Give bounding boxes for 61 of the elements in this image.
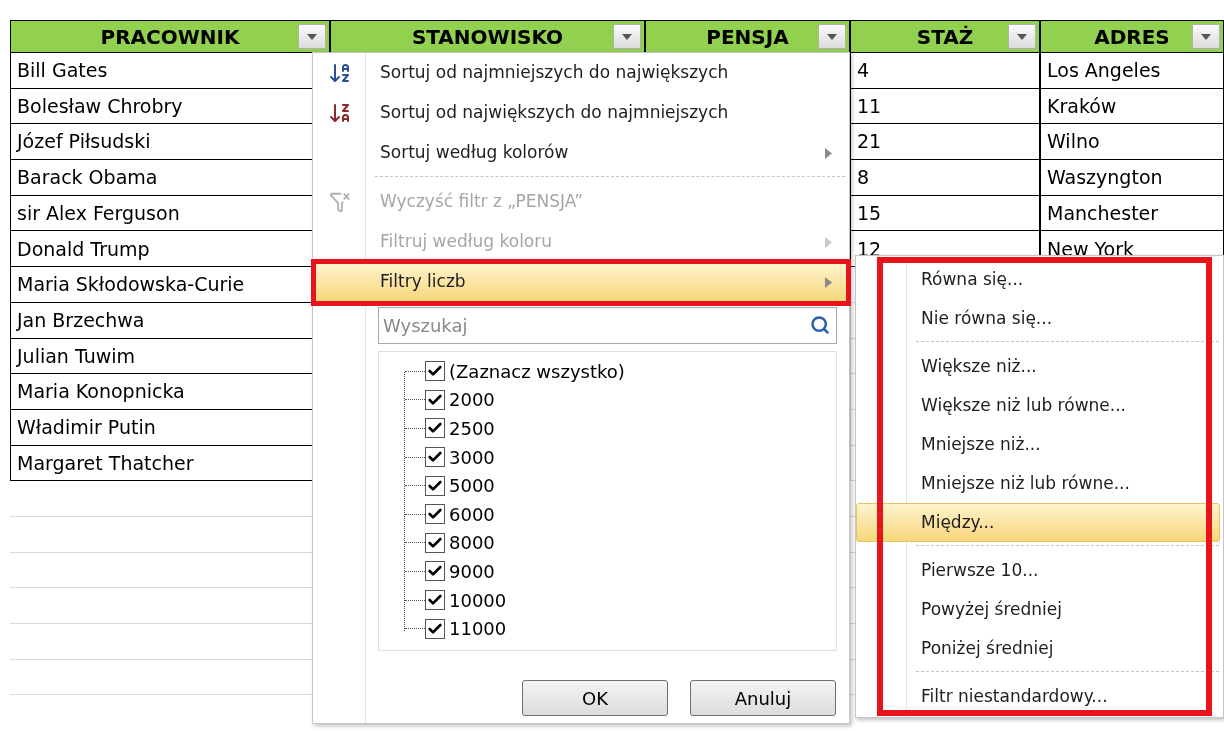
menu-item[interactable]: Pierwsze 10... — [856, 551, 1220, 590]
menu-item[interactable]: Mniejsze niż... — [856, 425, 1220, 464]
menu-item[interactable]: Filtry liczb — [313, 262, 849, 302]
column-header: STANOWISKO — [330, 20, 645, 53]
checkbox[interactable] — [425, 532, 445, 553]
checkbox[interactable] — [425, 618, 445, 639]
column-header: ADRES — [1040, 20, 1224, 53]
dropdown-button[interactable] — [1008, 24, 1036, 49]
menu-item[interactable]: Między... — [856, 503, 1220, 542]
submenu-arrow-icon — [825, 237, 832, 248]
table-cell: Wilno — [1040, 124, 1224, 161]
value-label: 5000 — [449, 474, 495, 499]
checkbox[interactable] — [425, 389, 445, 410]
dropdown-button[interactable] — [818, 24, 846, 49]
value-label: 3000 — [449, 445, 495, 470]
checkbox[interactable] — [425, 504, 445, 525]
value-label: 2500 — [449, 417, 495, 441]
column-header: STAŻ — [850, 20, 1040, 53]
checkbox[interactable] — [425, 361, 445, 382]
menu-item[interactable]: Powyżej średniej — [856, 590, 1220, 629]
value-label: 9000 — [449, 559, 495, 584]
submenu-arrow-icon — [825, 148, 832, 159]
search-icon — [810, 315, 830, 335]
menu-item[interactable]: Większe niż... — [856, 347, 1220, 386]
value-label: 8000 — [449, 531, 495, 556]
checkbox[interactable] — [425, 418, 445, 439]
menu-item[interactable]: Filtr niestandardowy... — [856, 677, 1220, 716]
dropdown-button[interactable] — [613, 24, 641, 49]
menu-item[interactable]: Większe niż lub równe... — [856, 386, 1220, 425]
checkbox[interactable] — [425, 475, 445, 496]
submenu-arrow-icon — [825, 277, 832, 288]
dialog-button[interactable]: Anuluj — [690, 680, 836, 716]
search-field[interactable]: Wyszukaj — [378, 307, 837, 344]
value-label: (Zaznacz wszystko) — [449, 359, 625, 384]
caret-icon — [827, 33, 837, 40]
caret-icon — [622, 33, 632, 40]
menu-item[interactable]: Nie równa się... — [856, 299, 1220, 338]
value-label: 2000 — [449, 388, 495, 413]
menu-item[interactable]: Poniżej średniej — [856, 629, 1220, 668]
column-header: PENSJA — [645, 20, 850, 53]
caret-icon — [307, 33, 317, 40]
dropdown-button[interactable] — [298, 24, 326, 49]
clear-filter-icon — [329, 191, 351, 213]
value-label: 10000 — [449, 588, 507, 613]
checkbox[interactable] — [425, 447, 445, 468]
dialog-button[interactable]: OK — [522, 680, 668, 716]
sort-ascending-icon — [328, 61, 352, 85]
caret-icon — [1201, 33, 1211, 40]
table-cell: Kraków — [1040, 88, 1224, 125]
table-cell: Manchester — [1040, 195, 1224, 232]
dropdown-button[interactable] — [1192, 24, 1220, 49]
value-label: 11000 — [449, 617, 507, 642]
column-header: PRACOWNIK — [10, 20, 330, 53]
table-cell: Los Angeles — [1040, 53, 1224, 89]
sort-descending-icon — [328, 101, 352, 125]
caret-icon — [1017, 33, 1027, 40]
checkbox[interactable] — [425, 590, 445, 611]
value-label: 6000 — [449, 502, 495, 527]
table-cell: Waszyngton — [1040, 160, 1224, 196]
checkbox[interactable] — [425, 561, 445, 582]
menu-item[interactable]: Mniejsze niż lub równe... — [856, 464, 1220, 503]
